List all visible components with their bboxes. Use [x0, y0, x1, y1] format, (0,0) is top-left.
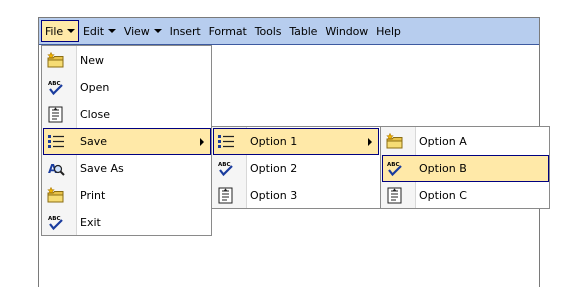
- file-menu-item-open[interactable]: ABC Open: [43, 74, 210, 101]
- option1-submenu-item-label: Option C: [419, 189, 467, 202]
- menu-file[interactable]: File: [41, 20, 80, 42]
- save-submenu-item-option-1[interactable]: Option 1: [213, 128, 379, 155]
- menu-file-label: File: [45, 24, 64, 38]
- menu-edit[interactable]: Edit: [79, 19, 120, 44]
- file-menu-item-label: Save: [80, 135, 108, 148]
- file-menu-item-new[interactable]: New: [43, 47, 210, 74]
- file-menu-item-print[interactable]: Print: [43, 182, 210, 209]
- menu-table[interactable]: Table: [285, 19, 321, 44]
- spellcheck-icon: ABC: [386, 160, 404, 177]
- chevron-right-icon: [368, 138, 372, 146]
- spellcheck-icon: ABC: [47, 214, 65, 231]
- list-icon: [217, 133, 235, 150]
- new-folder-icon: [47, 52, 65, 69]
- menu-bar: File Edit View Insert Format Tools Table…: [39, 18, 539, 45]
- file-menu-item-save[interactable]: Save: [43, 128, 211, 155]
- spellcheck-icon: ABC: [217, 160, 235, 177]
- save-submenu: Option 1 ABC Option 2 Option 3: [211, 126, 381, 209]
- menu-tools[interactable]: Tools: [251, 19, 286, 44]
- list-icon: [47, 133, 65, 150]
- save-submenu-item-option-2[interactable]: ABC Option 2: [213, 155, 379, 182]
- find-icon: A: [47, 160, 65, 177]
- save-submenu-item-label: Option 1: [250, 135, 298, 148]
- menu-help[interactable]: Help: [372, 19, 405, 44]
- file-menu-item-close[interactable]: Close: [43, 101, 210, 128]
- file-menu-item-label: Save As: [80, 162, 124, 175]
- new-folder-icon: [47, 187, 65, 204]
- option1-submenu: Option A ABC Option B Option C: [380, 126, 550, 209]
- menu-help-label: Help: [376, 24, 401, 38]
- menu-format[interactable]: Format: [205, 19, 251, 44]
- file-menu-item-exit[interactable]: ABC Exit: [43, 209, 210, 236]
- menu-view[interactable]: View: [120, 19, 166, 44]
- menu-insert-label: Insert: [169, 24, 201, 38]
- file-menu-item-label: Open: [80, 81, 110, 94]
- svg-text:ABC: ABC: [48, 81, 61, 87]
- menu-tools-label: Tools: [254, 24, 282, 38]
- option1-submenu-item-option-c[interactable]: Option C: [382, 182, 548, 209]
- file-menu: New ABC Open Close Save A Save As Print …: [41, 45, 212, 236]
- document-icon: [47, 106, 65, 123]
- chevron-down-icon: [67, 29, 76, 33]
- svg-text:ABC: ABC: [48, 216, 61, 222]
- file-menu-item-save-as[interactable]: A Save As: [43, 155, 210, 182]
- menu-view-label: View: [123, 24, 150, 38]
- save-submenu-item-label: Option 2: [250, 162, 298, 175]
- file-menu-item-label: Close: [80, 108, 110, 121]
- chevron-down-icon: [107, 29, 116, 33]
- chevron-right-icon: [200, 138, 204, 146]
- save-submenu-item-option-3[interactable]: Option 3: [213, 182, 379, 209]
- document-icon: [386, 187, 404, 204]
- menu-table-label: Table: [289, 24, 318, 38]
- menu-window[interactable]: Window: [321, 19, 372, 44]
- document-icon: [217, 187, 235, 204]
- menu-insert[interactable]: Insert: [166, 19, 205, 44]
- menu-window-label: Window: [325, 24, 369, 38]
- chevron-down-icon: [153, 29, 162, 33]
- file-menu-item-label: Print: [80, 189, 106, 202]
- file-menu-item-label: Exit: [80, 216, 101, 229]
- option1-submenu-item-option-a[interactable]: Option A: [382, 128, 548, 155]
- option1-submenu-item-label: Option A: [419, 135, 467, 148]
- menu-edit-label: Edit: [83, 24, 104, 38]
- option1-submenu-item-label: Option B: [419, 162, 467, 175]
- svg-text:ABC: ABC: [387, 162, 400, 168]
- option1-submenu-item-option-b[interactable]: ABC Option B: [382, 155, 549, 182]
- file-menu-item-label: New: [80, 54, 104, 67]
- menu-format-label: Format: [208, 24, 247, 38]
- svg-text:ABC: ABC: [218, 162, 231, 168]
- spellcheck-icon: ABC: [47, 79, 65, 96]
- new-folder-icon: [386, 133, 404, 150]
- save-submenu-item-label: Option 3: [250, 189, 298, 202]
